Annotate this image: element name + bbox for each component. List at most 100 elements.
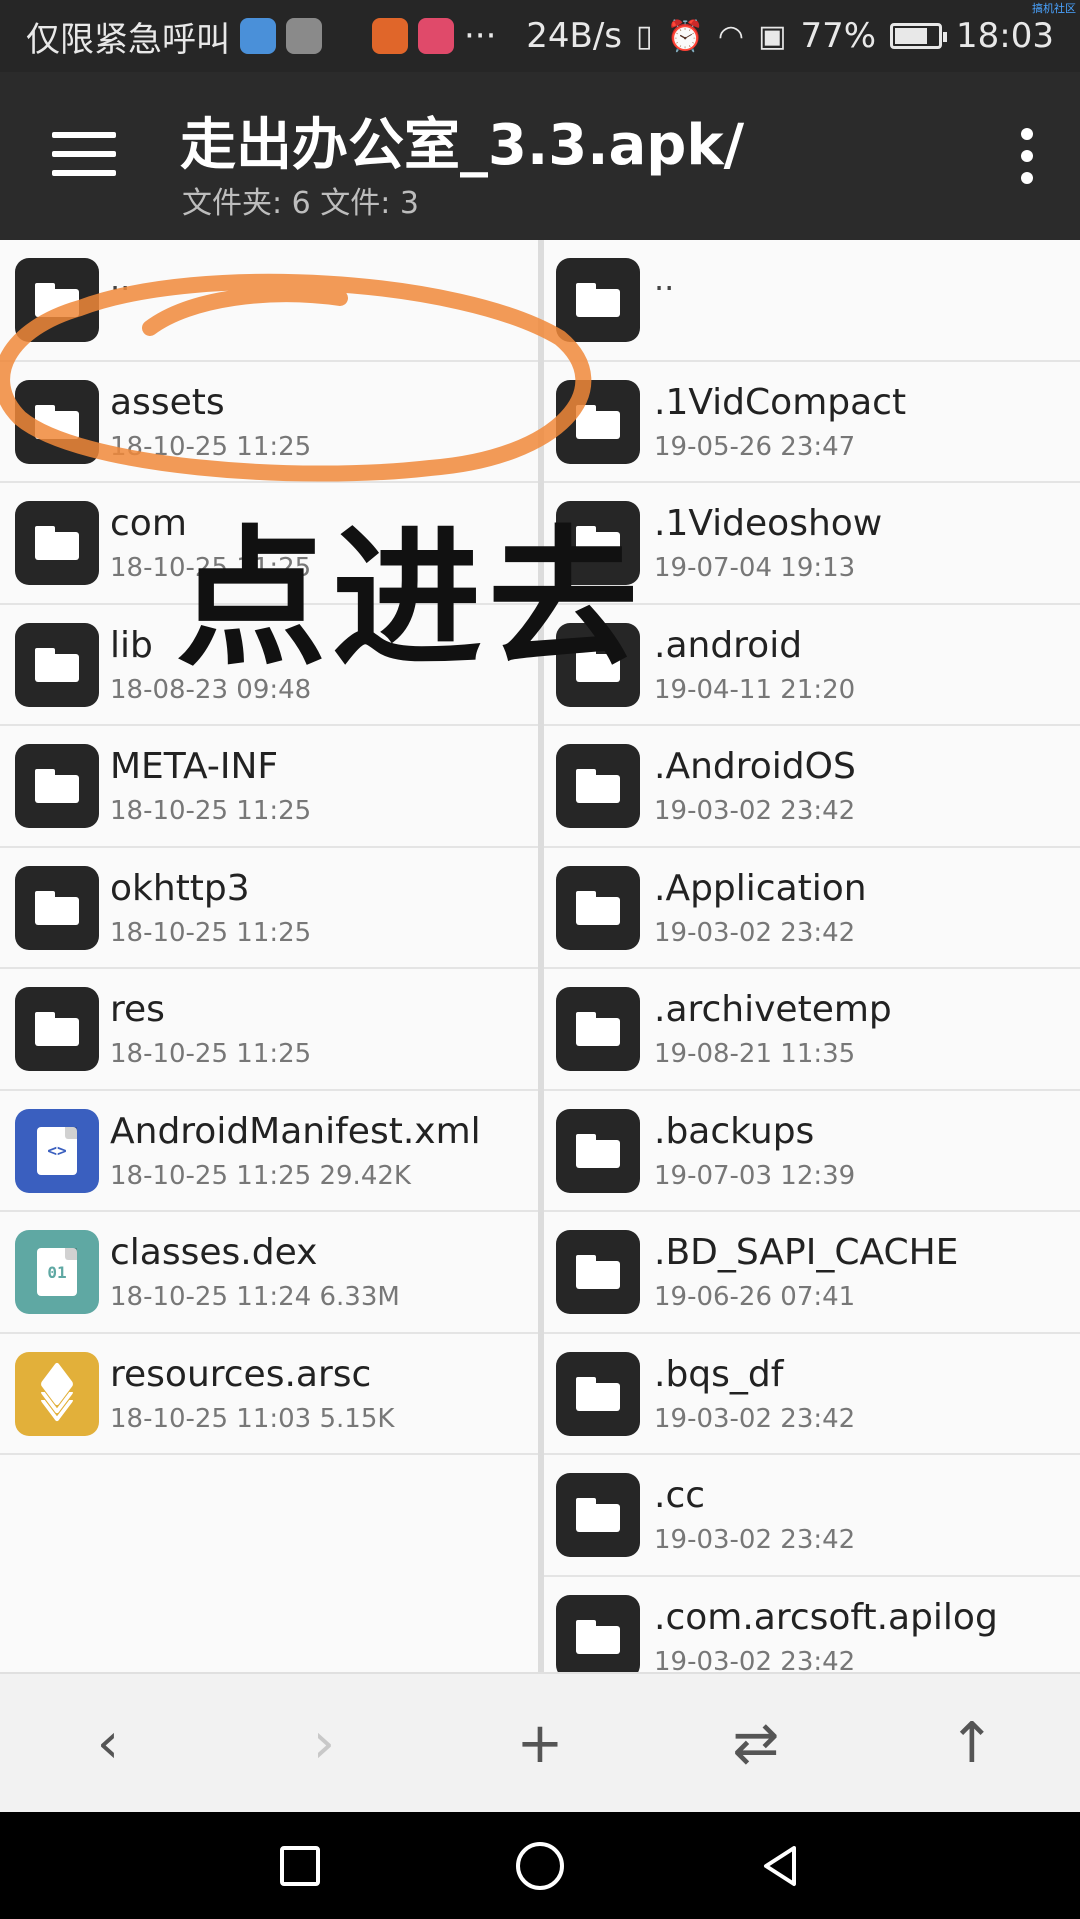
item-meta: 18-10-25 11:25: [110, 431, 312, 462]
folder-icon: [15, 379, 99, 464]
item-name: .backups: [654, 1110, 815, 1152]
add-button[interactable]: +: [490, 1693, 590, 1793]
folder-icon: [15, 258, 99, 342]
folder-row[interactable]: lib 18-08-23 09:48: [0, 605, 538, 726]
music-app-icon: [418, 18, 454, 54]
item-meta: 18-10-25 11:25: [110, 796, 312, 826]
item-meta: 18-10-25 11:25: [110, 1039, 312, 1069]
folder-row[interactable]: .com.arcsoft.apilog 19-03-02 23:42: [544, 1577, 1080, 1672]
dex-file-icon: 01: [15, 1230, 99, 1314]
folder-icon: [556, 987, 640, 1071]
parent-directory-row[interactable]: ..: [544, 240, 1080, 362]
item-meta: 18-10-25 11:25: [110, 553, 312, 583]
video-app-icon: [372, 18, 408, 54]
item-meta: 19-08-21 11:35: [654, 1039, 856, 1069]
more-options-icon[interactable]: [1012, 128, 1042, 184]
file-row[interactable]: <> AndroidManifest.xml 18-10-25 11:25 29.4…: [0, 1091, 538, 1212]
item-name: .Application: [654, 867, 867, 909]
item-name: META-INF: [110, 746, 279, 787]
folder-row[interactable]: .android 19-04-11 21:20: [544, 605, 1080, 726]
folder-row[interactable]: .archivetemp 19-08-21 11:35: [544, 969, 1080, 1091]
battery-icon: [890, 23, 948, 49]
battery-percent: 77%: [800, 16, 877, 56]
item-meta: 19-04-11 21:20: [654, 674, 856, 705]
forward-button[interactable]: ›: [274, 1693, 374, 1793]
folder-icon: [15, 865, 99, 950]
item-name: .com.arcsoft.apilog: [654, 1596, 998, 1638]
status-right: 24B/s ▯ ⏰ ◠ ▣ 77% 18:03: [526, 16, 1054, 56]
carrier-text: 仅限紧急呼叫: [26, 19, 230, 60]
folder-row[interactable]: .Application 19-03-02 23:42: [544, 848, 1080, 969]
folder-icon: [556, 1473, 640, 1557]
folder-row[interactable]: com 18-10-25 11:25: [0, 483, 538, 605]
status-bar: 仅限紧急呼叫 ··· 24B/s ▯ ⏰ ◠ ▣ 77% 18:03 搞机社区: [0, 0, 1080, 72]
folder-row[interactable]: .backups 19-07-03 12:39: [544, 1091, 1080, 1212]
folder-row[interactable]: .1Videoshow 19-07-04 19:13: [544, 483, 1080, 605]
folder-row[interactable]: okhttp3 18-10-25 11:25: [0, 848, 538, 969]
back-button[interactable]: ‹: [58, 1693, 158, 1793]
parent-directory-label: ..: [654, 260, 675, 298]
item-name: res: [110, 989, 165, 1030]
item-name: AndroidManifest.xml: [110, 1110, 481, 1152]
item-name: .bqs_df: [654, 1353, 784, 1395]
folder-row[interactable]: .AndroidOS 19-03-02 23:42: [544, 726, 1080, 848]
system-navigation-bar: [0, 1812, 1080, 1919]
item-meta: 18-08-23 09:48: [110, 674, 312, 705]
path-title: 走出办公室_3.3.apk/: [180, 113, 745, 178]
folder-icon: [15, 987, 99, 1071]
folder-row[interactable]: .cc 19-03-02 23:42: [544, 1455, 1080, 1577]
item-name: .android: [654, 624, 803, 666]
more-notifications-icon: ···: [464, 16, 497, 56]
item-name: .BD_SAPI_CACHE: [654, 1232, 959, 1273]
item-name: .AndroidOS: [654, 746, 856, 787]
folder-icon: [15, 501, 99, 585]
shield-app-icon: [286, 18, 322, 54]
item-meta: 19-07-04 19:13: [654, 553, 856, 583]
battery-saver-icon: ▣: [758, 18, 787, 54]
folder-row[interactable]: .1VidCompact 19-05-26 23:47: [544, 362, 1080, 483]
folder-icon: [556, 379, 640, 464]
file-row[interactable]: 01 classes.dex 18-10-25 11:24 6.33M: [0, 1212, 538, 1334]
home-icon[interactable]: [510, 1836, 570, 1896]
file-row[interactable]: resources.arsc 18-10-25 11:03 5.15K: [0, 1334, 538, 1455]
parent-directory-label: ..: [110, 260, 131, 298]
folder-row[interactable]: META-INF 18-10-25 11:25: [0, 726, 538, 848]
folder-row[interactable]: res 18-10-25 11:25: [0, 969, 538, 1091]
app-toolbar: 走出办公室_3.3.apk/ 文件夹: 6 文件: 3: [0, 72, 1080, 240]
item-name: okhttp3: [110, 867, 250, 909]
parent-directory-row[interactable]: ..: [0, 240, 538, 362]
item-meta: 19-03-02 23:42: [654, 917, 856, 948]
folder-icon: [556, 258, 640, 342]
folder-icon: [15, 622, 99, 707]
status-left: 仅限紧急呼叫 ···: [26, 12, 526, 61]
folder-row[interactable]: .BD_SAPI_CACHE 19-06-26 07:41: [544, 1212, 1080, 1334]
folder-row[interactable]: .bqs_df 19-03-02 23:42: [544, 1334, 1080, 1455]
back-triangle-icon[interactable]: [750, 1836, 810, 1896]
wifi-icon: ◠: [717, 18, 745, 54]
folder-icon: [556, 1108, 640, 1193]
folder-icon: [556, 1351, 640, 1436]
item-meta: 19-03-02 23:42: [654, 1525, 856, 1555]
item-name: .1VidCompact: [654, 381, 907, 423]
item-name: assets: [110, 381, 225, 423]
item-meta: 18-10-25 11:03 5.15K: [110, 1403, 395, 1434]
folder-icon: [556, 744, 640, 828]
item-name: .cc: [654, 1475, 706, 1516]
item-name: resources.arsc: [110, 1353, 372, 1395]
item-meta: 19-03-02 23:42: [654, 1403, 856, 1434]
folder-file-count: 文件夹: 6 文件: 3: [182, 186, 419, 221]
xml-file-icon: <>: [15, 1108, 99, 1193]
swap-panes-button[interactable]: ⇄: [706, 1693, 806, 1793]
clock: 18:03: [956, 16, 1054, 56]
recents-icon[interactable]: [270, 1836, 330, 1896]
alarm-icon: ⏰: [666, 18, 704, 54]
item-name: .1Videoshow: [654, 503, 883, 544]
browser-app-icon: [240, 18, 276, 54]
item-meta: 19-06-26 07:41: [654, 1282, 856, 1312]
watermark: 搞机社区: [1032, 2, 1076, 15]
hamburger-menu-icon[interactable]: [52, 132, 116, 176]
up-directory-button[interactable]: ↑: [922, 1693, 1022, 1793]
folder-row[interactable]: assets 18-10-25 11:25: [0, 362, 538, 483]
item-name: .archivetemp: [654, 989, 892, 1030]
left-file-pane: .. assets 18-10-25 11:25 com 18-10-25 11:25…: [0, 240, 538, 1672]
